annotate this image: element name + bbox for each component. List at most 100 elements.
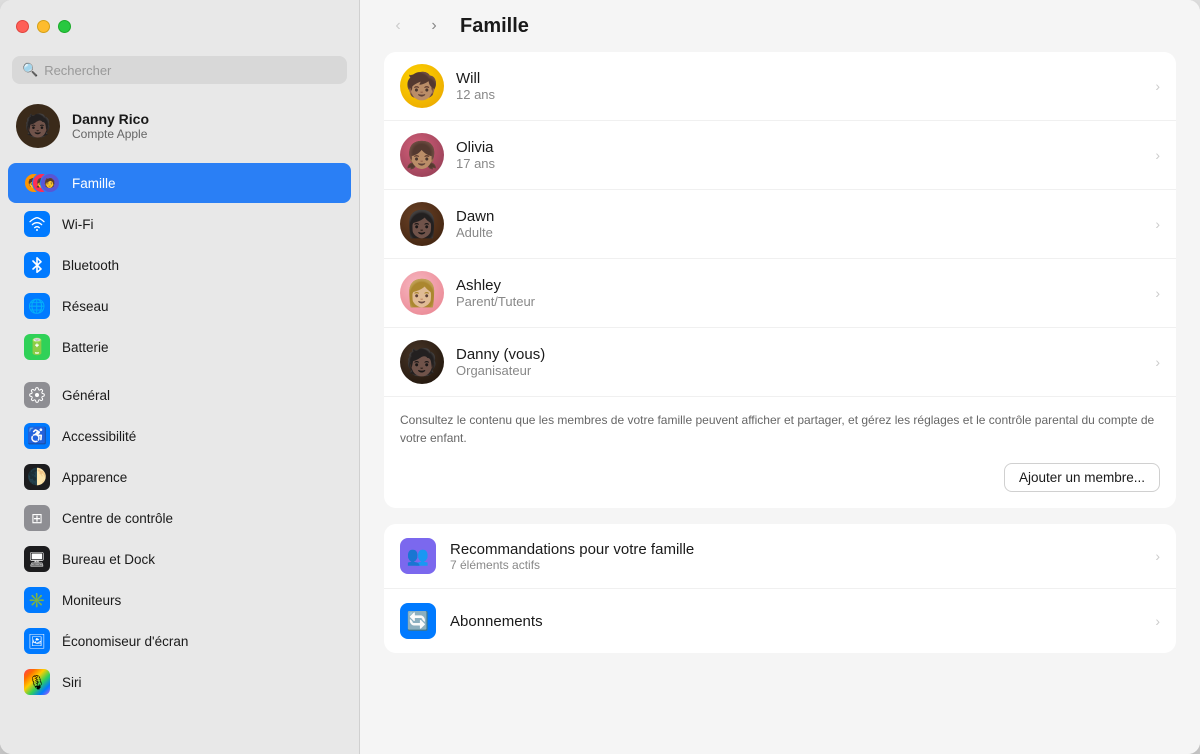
chevron-right-abonnements: › — [1155, 613, 1160, 629]
sidebar-item-label-accessibilite: Accessibilité — [62, 429, 136, 444]
sidebar-item-bureau-dock[interactable]: 🖥 Bureau et Dock — [8, 539, 351, 579]
member-role-olivia: 17 ans — [456, 156, 1155, 171]
sidebar-item-accessibilite[interactable]: ♿ Accessibilité — [8, 416, 351, 456]
chevron-right-danny: › — [1155, 354, 1160, 370]
family-description: Consultez le contenu que les membres de … — [384, 397, 1176, 451]
bottom-row-recommandations[interactable]: 👥 Recommandations pour votre famille 7 é… — [384, 524, 1176, 589]
search-icon: 🔍 — [22, 62, 38, 78]
member-info-dawn: Dawn Adulte — [456, 208, 1155, 240]
battery-icon: 🔋 — [24, 334, 50, 360]
sidebar-item-label-moniteurs: Moniteurs — [62, 593, 121, 608]
close-button[interactable] — [16, 20, 29, 33]
sidebar-item-batterie[interactable]: 🔋 Batterie — [8, 327, 351, 367]
sidebar-item-label-apparence: Apparence — [62, 470, 127, 485]
bluetooth-icon — [24, 252, 50, 278]
sidebar-item-famille[interactable]: 🧒 👧 🧑 Famille — [8, 163, 351, 203]
abonnements-title: Abonnements — [450, 613, 1155, 630]
recommandations-subtitle: 7 éléments actifs — [450, 558, 1155, 572]
member-row-olivia[interactable]: 👧🏽 Olivia 17 ans › — [384, 121, 1176, 190]
abonnements-icon: 🔄 — [400, 603, 436, 639]
bottom-row-abonnements[interactable]: 🔄 Abonnements › — [384, 589, 1176, 653]
chevron-right-ashley: › — [1155, 285, 1160, 301]
sidebar-item-apparence[interactable]: 🌓 Apparence — [8, 457, 351, 497]
member-role-will: 12 ans — [456, 87, 1155, 102]
sidebar-item-reseau[interactable]: 🌐 Réseau — [8, 286, 351, 326]
member-avatar-dawn: 👩🏿 — [400, 202, 444, 246]
monitors-icon: ✳️ — [24, 587, 50, 613]
search-bar[interactable]: 🔍 Rechercher — [12, 56, 347, 84]
general-icon — [24, 382, 50, 408]
sidebar-item-moniteurs[interactable]: ✳️ Moniteurs — [8, 580, 351, 620]
member-info-danny: Danny (vous) Organisateur — [456, 346, 1155, 378]
chevron-right-will: › — [1155, 78, 1160, 94]
abonnements-info: Abonnements — [450, 613, 1155, 630]
member-row-dawn[interactable]: 👩🏿 Dawn Adulte › — [384, 190, 1176, 259]
sidebar-item-economiseur[interactable]: 🖼 Économiseur d'écran — [8, 621, 351, 661]
forward-button[interactable]: › — [420, 16, 448, 36]
member-info-ashley: Ashley Parent/Tuteur — [456, 277, 1155, 309]
network-icon: 🌐 — [24, 293, 50, 319]
sidebar-item-label-wifi: Wi-Fi — [62, 217, 93, 232]
sidebar-item-centre-controle[interactable]: ⊞ Centre de contrôle — [8, 498, 351, 538]
main-header: ‹ › Famille — [360, 0, 1200, 52]
search-placeholder: Rechercher — [44, 63, 111, 78]
members-card: 🧒🏽 Will 12 ans › 👧🏽 Olivia 17 ans › — [384, 52, 1176, 508]
back-button[interactable]: ‹ — [384, 16, 412, 36]
sidebar-item-label-siri: Siri — [62, 675, 82, 690]
recommandations-icon: 👥 — [400, 538, 436, 574]
member-role-danny: Organisateur — [456, 363, 1155, 378]
add-member-button[interactable]: Ajouter un membre... — [1004, 463, 1160, 492]
add-member-row: Ajouter un membre... — [384, 451, 1176, 508]
sidebar-item-label-batterie: Batterie — [62, 340, 109, 355]
main-content: ‹ › Famille 🧒🏽 Will 12 ans › 👧🏽 — [360, 0, 1200, 754]
member-avatar-danny: 🧑🏿 — [400, 340, 444, 384]
avatar: 🧑🏿 — [16, 104, 60, 148]
user-profile: 🧑🏿 Danny Rico Compte Apple — [0, 96, 359, 162]
member-info-will: Will 12 ans — [456, 70, 1155, 102]
member-name-dawn: Dawn — [456, 208, 1155, 225]
member-avatar-olivia: 👧🏽 — [400, 133, 444, 177]
member-name-ashley: Ashley — [456, 277, 1155, 294]
accessibility-icon: ♿ — [24, 423, 50, 449]
member-row-will[interactable]: 🧒🏽 Will 12 ans › — [384, 52, 1176, 121]
member-row-ashley[interactable]: 👩🏼 Ashley Parent/Tuteur › — [384, 259, 1176, 328]
sidebar-item-label-general: Général — [62, 388, 110, 403]
sidebar-item-general[interactable]: Général — [8, 375, 351, 415]
member-role-ashley: Parent/Tuteur — [456, 294, 1155, 309]
member-avatar-ashley: 👩🏼 — [400, 271, 444, 315]
siri-icon: 🎙 — [24, 669, 50, 695]
family-icon: 🧒 👧 🧑 — [24, 170, 60, 196]
sidebar: 🔍 Rechercher 🧑🏿 Danny Rico Compte Apple … — [0, 0, 360, 754]
user-name: Danny Rico — [72, 111, 149, 127]
bottom-cards: 👥 Recommandations pour votre famille 7 é… — [384, 524, 1176, 653]
member-name-olivia: Olivia — [456, 139, 1155, 156]
main-scroll: 🧒🏽 Will 12 ans › 👧🏽 Olivia 17 ans › — [360, 52, 1200, 754]
member-name-will: Will — [456, 70, 1155, 87]
member-info-olivia: Olivia 17 ans — [456, 139, 1155, 171]
titlebar — [0, 0, 359, 52]
appearance-icon: 🌓 — [24, 464, 50, 490]
desktop-dock-icon: 🖥 — [24, 546, 50, 572]
sidebar-item-label-bureau-dock: Bureau et Dock — [62, 552, 155, 567]
sidebar-item-label-centre-controle: Centre de contrôle — [62, 511, 173, 526]
sidebar-item-label-bluetooth: Bluetooth — [62, 258, 119, 273]
sidebar-item-siri[interactable]: 🎙 Siri — [8, 662, 351, 702]
sidebar-item-label-reseau: Réseau — [62, 299, 109, 314]
user-subtitle: Compte Apple — [72, 127, 149, 141]
minimize-button[interactable] — [37, 20, 50, 33]
chevron-right-dawn: › — [1155, 216, 1160, 232]
screensaver-icon: 🖼 — [24, 628, 50, 654]
member-role-dawn: Adulte — [456, 225, 1155, 240]
member-row-danny[interactable]: 🧑🏿 Danny (vous) Organisateur › — [384, 328, 1176, 397]
sidebar-item-bluetooth[interactable]: Bluetooth — [8, 245, 351, 285]
sidebar-item-wifi[interactable]: Wi-Fi — [8, 204, 351, 244]
sidebar-item-label-economiseur: Économiseur d'écran — [62, 634, 188, 649]
sidebar-nav: 🧒 👧 🧑 Famille Wi-Fi — [0, 162, 359, 754]
member-name-danny: Danny (vous) — [456, 346, 1155, 363]
user-info: Danny Rico Compte Apple — [72, 111, 149, 141]
recommandations-info: Recommandations pour votre famille 7 élé… — [450, 541, 1155, 572]
recommandations-title: Recommandations pour votre famille — [450, 541, 1155, 558]
maximize-button[interactable] — [58, 20, 71, 33]
member-avatar-will: 🧒🏽 — [400, 64, 444, 108]
main-window: 🔍 Rechercher 🧑🏿 Danny Rico Compte Apple … — [0, 0, 1200, 754]
